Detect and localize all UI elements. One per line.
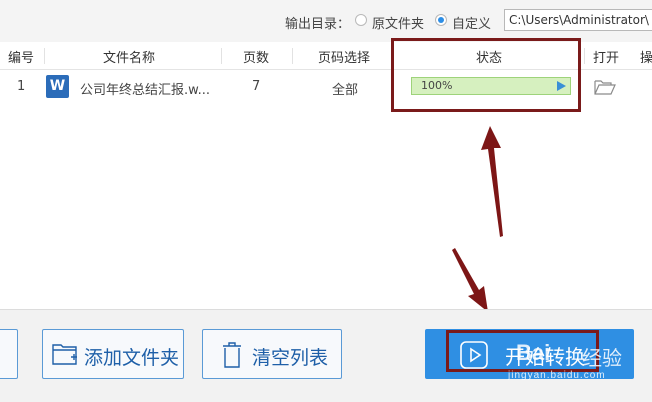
watermark-url: jingyan.baidu.com bbox=[508, 370, 606, 381]
arrow-up bbox=[481, 126, 503, 237]
watermark-brand: Bai bbox=[516, 340, 551, 365]
clear-list-label: 清空列表 bbox=[252, 347, 329, 369]
trash-icon bbox=[223, 342, 241, 368]
watermark-suffix: 经验 bbox=[582, 348, 622, 370]
add-file-button[interactable] bbox=[0, 329, 18, 379]
add-folder-button[interactable]: 添加文件夹 bbox=[42, 329, 184, 379]
add-folder-icon bbox=[52, 344, 77, 365]
add-folder-label: 添加文件夹 bbox=[84, 347, 180, 369]
arrow-down bbox=[452, 248, 488, 312]
clear-list-button[interactable]: 清空列表 bbox=[202, 329, 342, 379]
